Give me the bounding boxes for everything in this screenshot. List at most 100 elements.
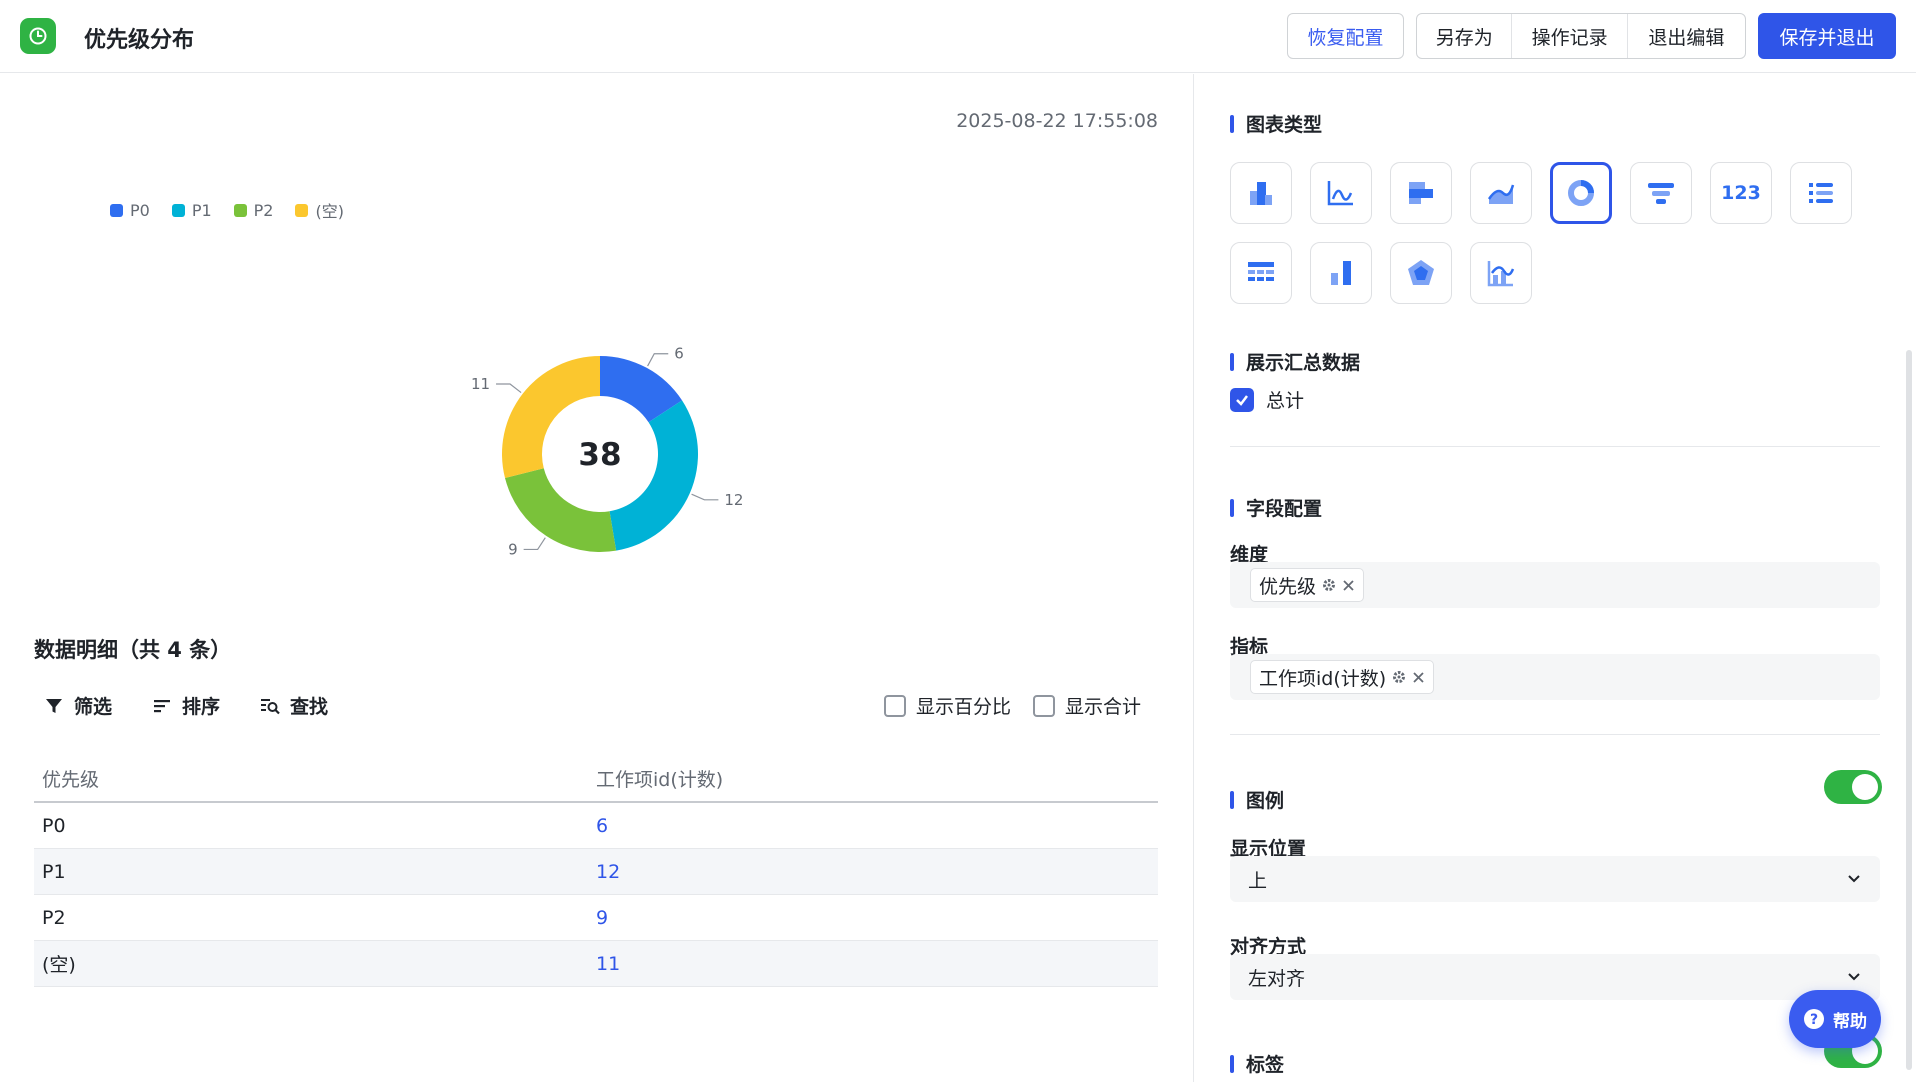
detail-title: 数据明细（共 4 条） [34, 638, 232, 662]
field-config-title: 字段配置 [1230, 494, 1322, 521]
cell-count[interactable]: 11 [596, 953, 620, 975]
chart-type-combo[interactable] [1470, 242, 1532, 304]
sort-icon [154, 699, 171, 712]
align-select[interactable]: 左对齐 [1230, 954, 1880, 1000]
table-row: (空) 11 [34, 941, 1158, 987]
filter-icon [46, 698, 62, 713]
leader-line [523, 537, 546, 551]
leader-line [647, 353, 669, 367]
page-title: 优先级分布 [84, 28, 195, 53]
leader-line [691, 493, 719, 501]
bar-chart-icon [1250, 182, 1272, 205]
dimension-tag[interactable]: 优先级 [1250, 568, 1365, 602]
summary-total-checkbox[interactable]: 总计 [1230, 386, 1304, 413]
legend-item[interactable]: P0 [110, 198, 150, 222]
legend-item[interactable]: P1 [171, 198, 212, 222]
table-row: P1 12 [34, 849, 1158, 895]
help-button[interactable]: ? 帮助 [1789, 990, 1881, 1048]
filter-button[interactable]: 筛选 [44, 692, 112, 719]
cell-priority: P2 [42, 906, 66, 929]
history-button[interactable]: 操作记录 [1512, 14, 1628, 58]
section-divider [1230, 734, 1880, 735]
position-value: 上 [1248, 869, 1268, 892]
horizontal-bar-icon [1409, 182, 1433, 204]
donut-slice[interactable] [504, 468, 617, 552]
cell-priority: P0 [42, 814, 66, 837]
list-icon [1809, 183, 1833, 203]
cell-count[interactable]: 12 [596, 861, 620, 883]
chart-type-radar[interactable] [1390, 242, 1452, 304]
find-icon [261, 698, 280, 714]
close-icon[interactable] [1342, 579, 1355, 592]
table-toolbar: 筛选 排序 查找 [44, 692, 328, 719]
slice-value-label: 11 [471, 375, 490, 393]
summary-title: 展示汇总数据 [1230, 348, 1360, 375]
position-select[interactable]: 上 [1230, 856, 1880, 902]
find-button[interactable]: 查找 [260, 692, 328, 719]
dimension-tag-label: 优先级 [1259, 575, 1317, 598]
question-icon: ? [1804, 1009, 1824, 1029]
waterfall-icon [1331, 261, 1351, 285]
save-and-exit-button[interactable]: 保存并退出 [1758, 13, 1896, 59]
cell-count[interactable]: 6 [596, 815, 608, 837]
chart-type-horizontal-bar[interactable] [1390, 162, 1452, 224]
cell-count[interactable]: 9 [596, 907, 608, 929]
line-chart-icon [1327, 181, 1353, 206]
metric-field-box[interactable]: 工作项id(计数) [1230, 654, 1880, 700]
chart-type-waterfall[interactable] [1310, 242, 1372, 304]
column-header-priority[interactable]: 优先级 [34, 765, 596, 792]
save-as-button[interactable]: 另存为 [1417, 14, 1513, 58]
top-header: 优先级分布 恢复配置 另存为 操作记录 退出编辑 保存并退出 [0, 0, 1916, 73]
gear-icon[interactable] [1392, 670, 1406, 684]
show-total-label: 显示合计 [1065, 696, 1142, 718]
checkbox-checked[interactable] [1230, 387, 1254, 412]
combo-chart-icon [1487, 261, 1515, 287]
align-value: 左对齐 [1248, 967, 1306, 990]
chart-type-bar[interactable] [1230, 162, 1292, 224]
config-scrollbar[interactable] [1906, 350, 1912, 1070]
legend-title: 图例 [1230, 786, 1284, 813]
table-row: P2 9 [34, 895, 1158, 941]
checkbox-box[interactable] [884, 694, 906, 717]
chart-type-donut[interactable] [1550, 162, 1612, 224]
donut-chart: 6 12 9 11 38 [471, 345, 744, 559]
chevron-down-icon [1848, 875, 1860, 883]
filter-label: 筛选 [74, 696, 113, 718]
clock-icon [29, 27, 47, 45]
radar-chart-icon [1408, 260, 1434, 285]
show-total-checkbox[interactable]: 显示合计 [1033, 692, 1141, 719]
legend-label: P0 [130, 200, 150, 220]
tag-title: 标签 [1230, 1050, 1284, 1077]
legend-label: (空) [315, 202, 344, 221]
restore-config-button[interactable]: 恢复配置 [1287, 13, 1404, 59]
checkbox-box[interactable] [1033, 694, 1056, 717]
legend-item[interactable]: P2 [233, 198, 273, 222]
chart-type-funnel[interactable] [1630, 162, 1692, 224]
chart-type-line[interactable] [1310, 162, 1372, 224]
help-label: 帮助 [1833, 1011, 1867, 1032]
column-header-count[interactable]: 工作项id(计数) [596, 765, 723, 792]
show-percent-checkbox[interactable]: 显示百分比 [884, 692, 1011, 719]
chart-type-number[interactable]: 123 [1710, 162, 1772, 224]
legend-swatch [171, 203, 185, 217]
legend-toggle[interactable] [1824, 770, 1882, 804]
close-icon[interactable] [1412, 671, 1425, 684]
chart-type-list[interactable] [1790, 162, 1852, 224]
donut-total: 38 [578, 437, 621, 473]
metric-tag[interactable]: 工作项id(计数) [1250, 660, 1435, 694]
legend-item[interactable]: (空) [295, 198, 344, 222]
chart-type-area[interactable] [1470, 162, 1532, 224]
gear-icon[interactable] [1322, 578, 1336, 592]
show-percent-label: 显示百分比 [916, 696, 1012, 718]
leader-line [496, 383, 522, 394]
chart-type-pivot[interactable] [1230, 242, 1292, 304]
table-options: 显示百分比 显示合计 [884, 692, 1141, 719]
donut-slice[interactable] [609, 400, 698, 551]
chevron-down-icon [1848, 973, 1860, 981]
config-panel: 图表类型 123 展示汇总数据 总计 字段配置 维度 优先级 指标 工作项id(… [1194, 74, 1916, 1082]
cell-priority: (空) [42, 954, 76, 976]
dimension-field-box[interactable]: 优先级 [1230, 562, 1880, 608]
timestamp: 2025-08-22 17:55:08 [956, 110, 1158, 132]
sort-button[interactable]: 排序 [152, 692, 220, 719]
exit-edit-button[interactable]: 退出编辑 [1628, 14, 1745, 58]
